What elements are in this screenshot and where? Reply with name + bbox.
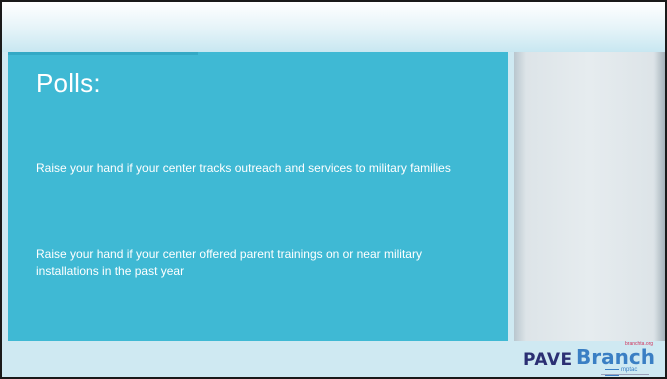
photo-panel bbox=[514, 52, 665, 341]
poll-question-1: Raise your hand if your center tracks ou… bbox=[36, 161, 451, 175]
logo-mptac-text: mptac bbox=[603, 367, 653, 377]
pave-branch-logo: PAVE branchta.org Branch mptac bbox=[523, 340, 655, 377]
poll-question-2: Raise your hand if your center offered p… bbox=[36, 247, 422, 278]
slide-title: Polls: bbox=[36, 68, 101, 98]
photo-shade bbox=[655, 52, 665, 341]
slide: Polls: Raise your hand if your center tr… bbox=[0, 0, 667, 379]
panel-accent bbox=[8, 52, 198, 55]
header-band bbox=[2, 2, 665, 52]
logo-tagline-line bbox=[601, 374, 649, 375]
logo-branch-text: Branch bbox=[576, 345, 655, 369]
logo-pave-text: PAVE bbox=[523, 350, 573, 370]
